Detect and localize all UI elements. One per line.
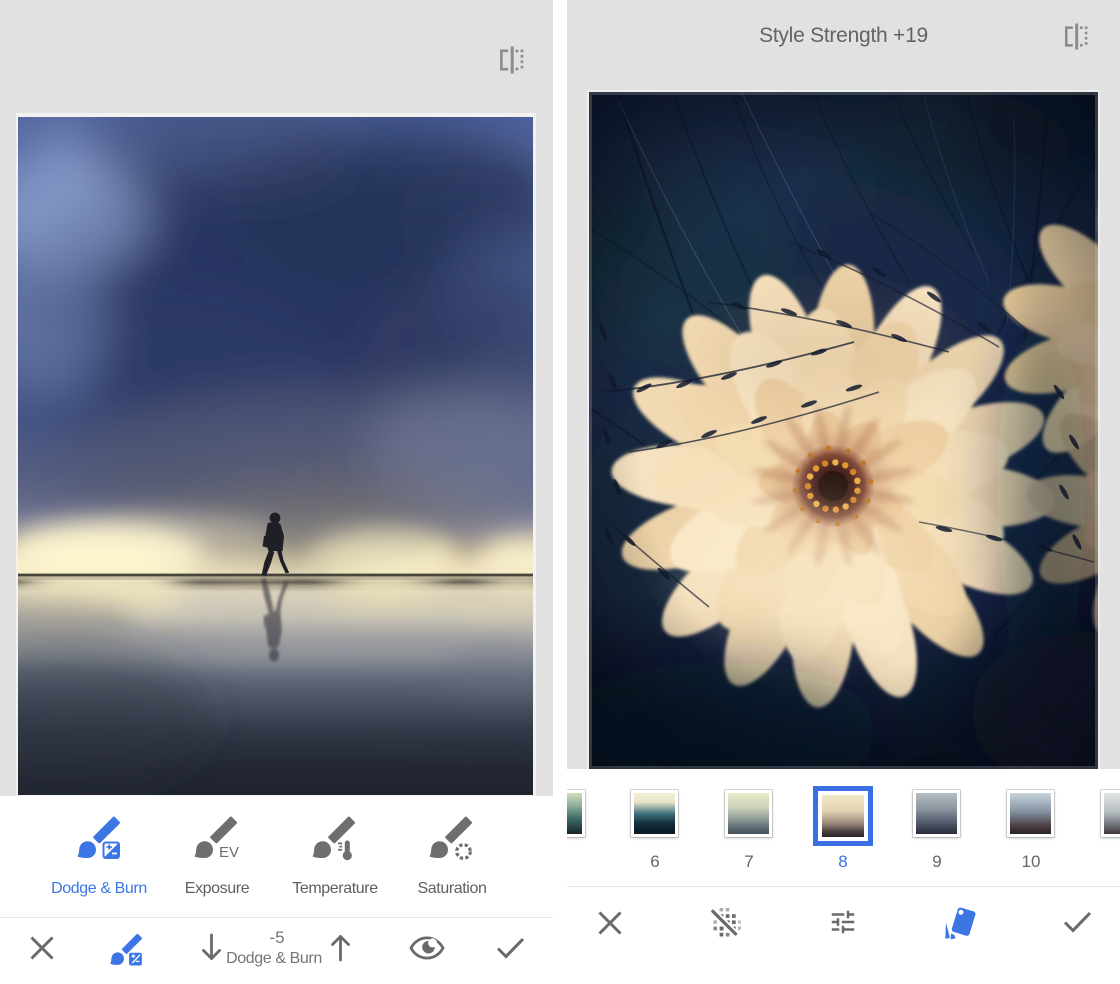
svg-text:EV: EV [219,844,239,861]
